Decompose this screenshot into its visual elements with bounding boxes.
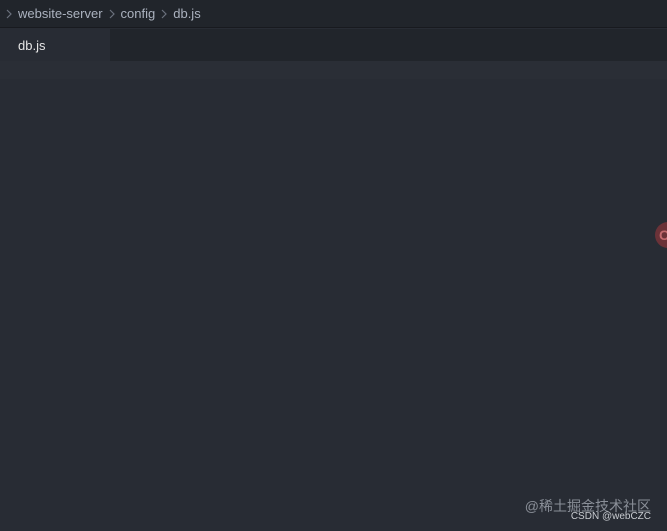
code-editor[interactable]: [0, 79, 667, 531]
chevron-right-icon: [105, 9, 119, 19]
tab-underbar: [0, 61, 667, 79]
editor-window: website-server config db.js db.js C @稀土掘…: [0, 0, 667, 531]
watermark-csdn: CSDN @webCZC: [570, 511, 651, 522]
tab-label: db.js: [18, 37, 46, 53]
breadcrumb-item-website-server[interactable]: website-server: [16, 6, 105, 21]
breadcrumb-item-config[interactable]: config: [119, 6, 158, 21]
breadcrumb-item-db-js[interactable]: db.js: [171, 6, 202, 21]
side-badge-label: C: [659, 227, 667, 243]
tab-db-js[interactable]: db.js: [0, 29, 110, 61]
chevron-right-icon: [2, 9, 16, 19]
breadcrumb: website-server config db.js: [0, 0, 667, 28]
chevron-right-icon: [157, 9, 171, 19]
tab-bar: db.js: [0, 29, 667, 61]
